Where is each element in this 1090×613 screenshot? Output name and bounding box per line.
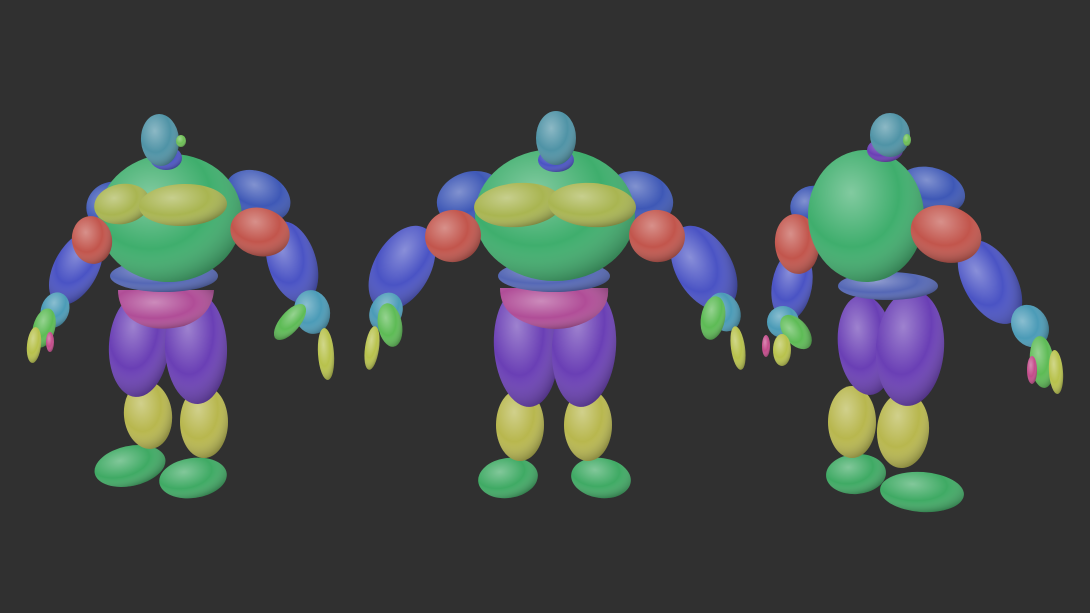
ear-shading bbox=[176, 135, 186, 147]
ear-shading bbox=[903, 134, 911, 146]
sculpt-render bbox=[0, 0, 1090, 613]
left-fingers-shading bbox=[773, 334, 791, 366]
head-shading bbox=[536, 111, 576, 165]
left-shin-shading bbox=[828, 386, 876, 458]
right-fingertip-shading bbox=[1027, 356, 1037, 384]
head-shading bbox=[870, 113, 910, 157]
left-fingertip-shading bbox=[46, 332, 54, 352]
left-fingertip-shading bbox=[762, 335, 770, 357]
sculpt-viewport bbox=[0, 0, 1090, 613]
